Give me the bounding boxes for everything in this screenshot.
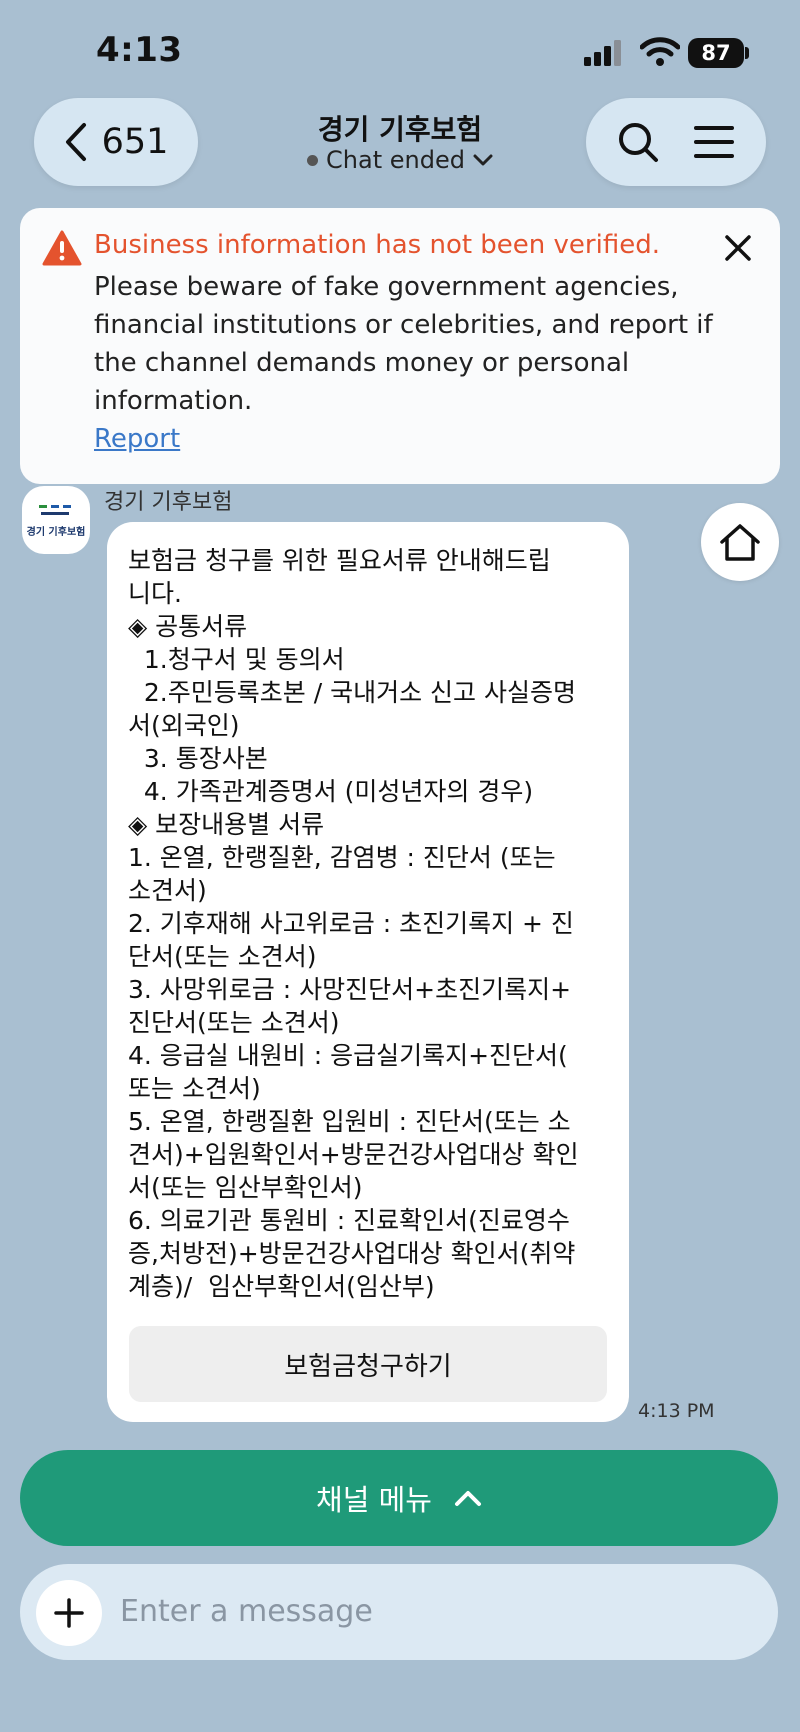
claim-button[interactable]: 보험금청구하기	[129, 1326, 607, 1402]
status-time: 4:13	[96, 30, 183, 70]
message-time: 4:13 PM	[638, 1400, 715, 1422]
chevron-up-icon	[454, 1491, 481, 1506]
home-button[interactable]	[701, 503, 779, 581]
warning-title: Business information has not been verifi…	[94, 230, 660, 260]
cellular-signal-icon	[584, 40, 621, 66]
report-link[interactable]: Report	[94, 424, 180, 454]
close-icon[interactable]	[718, 228, 758, 268]
status-dot	[307, 154, 319, 166]
avatar[interactable]: 경기 기후보험	[22, 486, 90, 554]
header-actions	[586, 98, 766, 186]
message-text: 보험금 청구를 위한 필요서류 안내해드립 니다. ◈ 공통서류 1.청구서 및…	[128, 546, 579, 1301]
avatar-label: 경기 기후보험	[26, 526, 86, 538]
battery-indicator: 87	[688, 38, 744, 68]
channel-menu-label: 채널 메뉴	[316, 1483, 432, 1517]
chat-status-label: Chat ended	[326, 146, 465, 174]
plus-icon	[54, 1598, 84, 1628]
battery-cap	[745, 47, 749, 59]
chevron-down-icon	[473, 154, 493, 166]
attach-button[interactable]	[36, 1580, 102, 1646]
channel-menu-button[interactable]: 채널 메뉴	[20, 1450, 778, 1546]
logo-icon	[39, 504, 71, 515]
wifi-icon	[640, 37, 680, 66]
sender-name: 경기 기후보험	[104, 490, 233, 515]
search-icon[interactable]	[616, 120, 660, 164]
message-input[interactable]: Enter a message	[120, 1594, 373, 1629]
menu-icon[interactable]	[692, 122, 736, 162]
warning-icon	[42, 230, 82, 266]
home-icon	[720, 524, 760, 561]
warning-body: Please beware of fake government agencie…	[94, 272, 713, 416]
